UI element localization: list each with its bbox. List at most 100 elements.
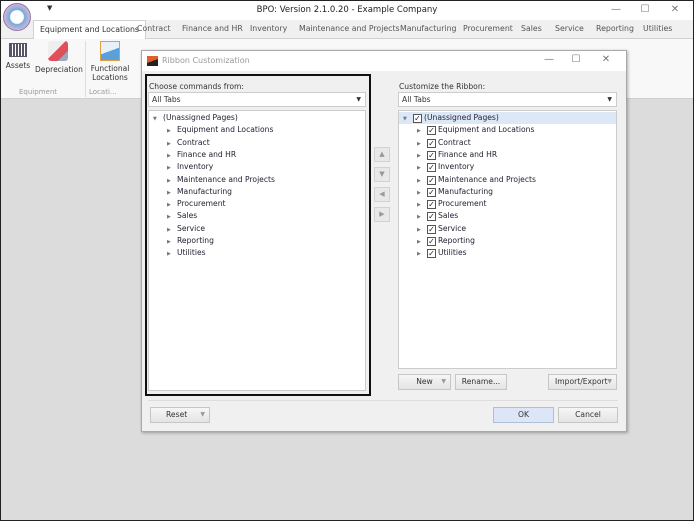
expand-icon[interactable]: ▶ bbox=[167, 162, 177, 174]
expand-icon[interactable]: ▶ bbox=[167, 187, 177, 199]
tree-item[interactable]: ▶ ✓ Equipment and Locations bbox=[417, 124, 534, 136]
expand-icon[interactable]: ▶ bbox=[417, 138, 427, 150]
move-down-icon[interactable]: ▼ bbox=[374, 167, 390, 182]
gauge-logo-icon[interactable] bbox=[3, 3, 31, 31]
checkbox[interactable]: ✓ bbox=[427, 200, 436, 210]
move-left-icon[interactable]: ◀ bbox=[374, 187, 390, 202]
choose-commands-label: Choose commands from: bbox=[149, 82, 244, 91]
tree-item[interactable]: ▶ Sales bbox=[167, 210, 197, 222]
tree-item[interactable]: ▶ ✓ Contract bbox=[417, 137, 471, 149]
checkbox[interactable]: ✓ bbox=[413, 114, 422, 123]
tree-root[interactable]: ▼ ✓ (Unassigned Pages) bbox=[399, 112, 616, 124]
checkbox[interactable]: ✓ bbox=[427, 187, 436, 197]
assets-button[interactable]: Assets bbox=[3, 41, 33, 70]
tree-item[interactable]: ▶ ✓ Finance and HR bbox=[417, 149, 497, 161]
expand-icon[interactable]: ▶ bbox=[167, 125, 177, 137]
expand-icon[interactable]: ▶ bbox=[167, 236, 177, 248]
close-button[interactable]: ✕ bbox=[668, 4, 682, 15]
checkbox[interactable]: ✓ bbox=[427, 237, 436, 246]
tree-item[interactable]: ▶ Finance and HR bbox=[167, 149, 236, 161]
expand-icon[interactable]: ▶ bbox=[417, 125, 427, 137]
tree-item[interactable]: ▶ Reporting bbox=[167, 235, 214, 247]
tab-procurement[interactable]: Procurement bbox=[457, 20, 519, 39]
choose-commands-dropdown[interactable]: All Tabs ▼ bbox=[148, 92, 366, 107]
tree-item[interactable]: ▶ ✓ Reporting bbox=[417, 235, 475, 247]
expand-icon[interactable]: ▶ bbox=[417, 211, 427, 223]
chevron-down-icon: ▼ bbox=[356, 96, 361, 103]
tree-item[interactable]: ▶ ✓ Service bbox=[417, 223, 466, 235]
tree-item[interactable]: ▶ Contract bbox=[167, 137, 210, 149]
move-right-icon[interactable]: ▶ bbox=[374, 207, 390, 222]
checkbox[interactable]: ✓ bbox=[427, 175, 436, 185]
checkbox[interactable]: ✓ bbox=[427, 138, 436, 148]
rename-button[interactable]: Rename... bbox=[455, 374, 507, 390]
expand-icon[interactable]: ▶ bbox=[417, 199, 427, 211]
expand-icon[interactable]: ▶ bbox=[417, 150, 427, 162]
cancel-button[interactable]: Cancel bbox=[558, 407, 618, 423]
import-export-button[interactable]: Import/Export ▼ bbox=[548, 374, 617, 390]
functional-locations-button[interactable]: Functional Locations bbox=[89, 41, 131, 82]
expand-icon[interactable]: ▶ bbox=[167, 150, 177, 162]
tree-item[interactable]: ▶ Inventory bbox=[167, 161, 213, 173]
tab-sales[interactable]: Sales bbox=[515, 20, 548, 39]
expand-icon[interactable]: ▶ bbox=[167, 175, 177, 187]
tree-item-label: Manufacturing bbox=[177, 186, 232, 196]
expand-icon[interactable]: ▶ bbox=[167, 138, 177, 150]
commands-tree[interactable]: ▼ (Unassigned Pages) ▶ Equipment and Locati… bbox=[148, 110, 366, 391]
checkbox[interactable]: ✓ bbox=[427, 224, 436, 234]
tree-item[interactable]: ▶ ✓ Maintenance and Projects bbox=[417, 174, 536, 186]
collapse-icon[interactable]: ▼ bbox=[153, 113, 163, 125]
minimize-button[interactable]: — bbox=[609, 4, 623, 15]
customize-ribbon-dropdown[interactable]: All Tabs ▼ bbox=[398, 92, 617, 107]
tree-item[interactable]: ▶ Procurement bbox=[167, 198, 226, 210]
dialog-close-button[interactable]: ✕ bbox=[599, 54, 613, 65]
tree-item[interactable]: ▶ ✓ Inventory bbox=[417, 161, 474, 173]
area-chart-icon bbox=[100, 41, 120, 61]
tab-finance-and-hr[interactable]: Finance and HR bbox=[176, 20, 249, 39]
dialog-minimize-button[interactable]: — bbox=[542, 54, 556, 65]
checkbox[interactable]: ✓ bbox=[427, 163, 436, 173]
expand-icon[interactable]: ▶ bbox=[167, 211, 177, 223]
tree-item[interactable]: ▶ ✓ Utilities bbox=[417, 247, 467, 259]
expand-icon[interactable]: ▶ bbox=[417, 162, 427, 174]
ok-button[interactable]: OK bbox=[493, 407, 554, 423]
tree-item[interactable]: ▶ Service bbox=[167, 223, 205, 235]
tree-item[interactable]: ▶ Manufacturing bbox=[167, 186, 232, 198]
tab-service[interactable]: Service bbox=[549, 20, 590, 39]
expand-icon[interactable]: ▶ bbox=[167, 224, 177, 236]
tab-inventory[interactable]: Inventory bbox=[244, 20, 293, 39]
tree-item[interactable]: ▶ ✓ Manufacturing bbox=[417, 186, 493, 198]
expand-icon[interactable]: ▶ bbox=[417, 175, 427, 187]
tree-item[interactable]: ▶ Utilities bbox=[167, 247, 206, 259]
checkbox[interactable]: ✓ bbox=[427, 126, 436, 136]
checkbox[interactable]: ✓ bbox=[427, 212, 436, 222]
expand-icon[interactable]: ▶ bbox=[417, 224, 427, 236]
depreciation-button[interactable]: Depreciation bbox=[35, 41, 83, 74]
tab-maintenance-and-projects[interactable]: Maintenance and Projects bbox=[293, 20, 406, 39]
tree-item[interactable]: ▶ ✓ Sales bbox=[417, 210, 458, 222]
expand-icon[interactable]: ▶ bbox=[417, 236, 427, 248]
new-button[interactable]: New ▼ bbox=[398, 374, 451, 390]
move-up-icon[interactable]: ▲ bbox=[374, 147, 390, 162]
tab-contract[interactable]: Contract bbox=[131, 20, 177, 39]
reset-button[interactable]: Reset ▼ bbox=[150, 407, 210, 423]
ribbon-tree[interactable]: ▼ ✓ (Unassigned Pages) ▶ ✓ Equipment and Loca… bbox=[398, 110, 617, 369]
tree-root[interactable]: ▼ (Unassigned Pages) bbox=[153, 112, 238, 124]
collapse-icon[interactable]: ▼ bbox=[403, 113, 413, 125]
checkbox[interactable]: ✓ bbox=[427, 249, 436, 259]
checkbox[interactable]: ✓ bbox=[427, 150, 436, 160]
tree-item[interactable]: ▶ ✓ Procurement bbox=[417, 198, 487, 210]
expand-icon[interactable]: ▶ bbox=[167, 248, 177, 260]
tree-item[interactable]: ▶ Equipment and Locations bbox=[167, 124, 273, 136]
maximize-button[interactable]: ☐ bbox=[638, 4, 652, 15]
tab-equipment-and-locations[interactable]: Equipment and Locations bbox=[33, 20, 146, 39]
expand-icon[interactable]: ▶ bbox=[417, 248, 427, 260]
tab-reporting[interactable]: Reporting bbox=[590, 20, 640, 39]
expand-icon[interactable]: ▶ bbox=[167, 199, 177, 211]
tree-item-label: Equipment and Locations bbox=[438, 125, 535, 135]
expand-icon[interactable]: ▶ bbox=[417, 187, 427, 199]
dialog-maximize-button[interactable]: ☐ bbox=[569, 54, 583, 65]
tab-manufacturing[interactable]: Manufacturing bbox=[394, 20, 462, 39]
tab-utilities[interactable]: Utilities bbox=[637, 20, 678, 39]
tree-item[interactable]: ▶ Maintenance and Projects bbox=[167, 174, 275, 186]
